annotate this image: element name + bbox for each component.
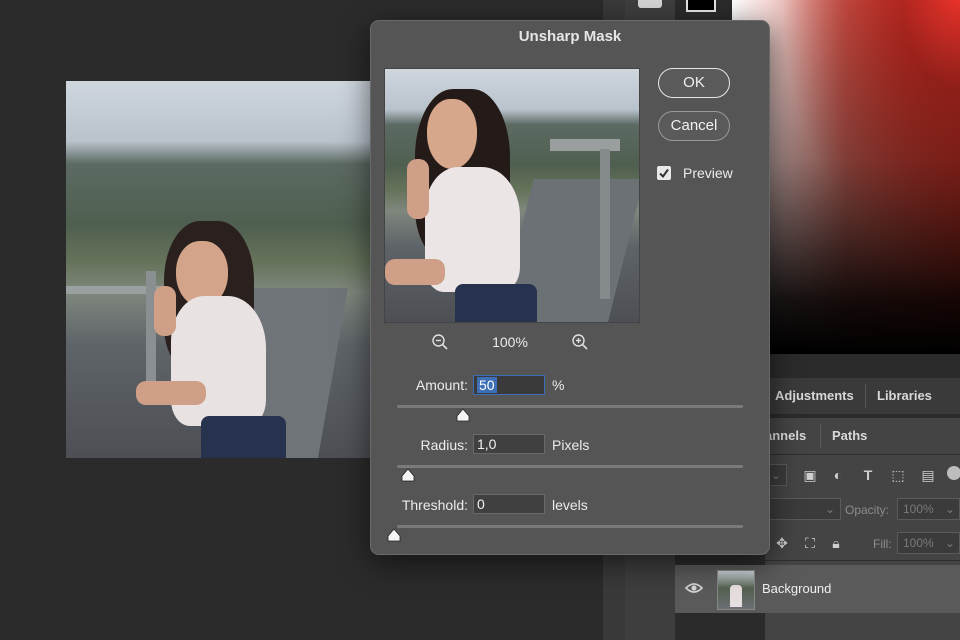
comment-icon[interactable] <box>638 0 662 8</box>
canvas-image[interactable] <box>66 81 372 458</box>
radius-unit: Pixels <box>552 437 590 453</box>
layer-row[interactable]: Background <box>675 565 960 613</box>
threshold-unit: levels <box>552 497 588 513</box>
radius-value: 1,0 <box>477 436 497 452</box>
filter-toggle[interactable] <box>947 466 960 480</box>
blend-mode-select[interactable]: ⌄ <box>765 498 841 520</box>
radius-input[interactable]: 1,0 <box>473 434 545 454</box>
fill-label: Fill: <box>873 537 892 551</box>
photo-hand <box>154 286 176 336</box>
photo-jeans <box>201 416 286 458</box>
preview-checkbox[interactable] <box>657 166 671 180</box>
threshold-input[interactable]: 0 <box>473 494 545 514</box>
type-filter-icon[interactable]: T <box>859 466 877 484</box>
preview-railing-post <box>600 149 610 299</box>
tab-libraries[interactable]: Libraries <box>877 388 932 403</box>
opacity-field[interactable]: 100% ⌄ <box>897 498 960 520</box>
smart-object-filter-icon[interactable]: ▤ <box>919 466 937 484</box>
photo-shirt <box>171 296 266 426</box>
zoom-in-icon[interactable] <box>571 333 589 351</box>
preview-arm <box>385 259 445 285</box>
opacity-label: Opacity: <box>845 503 890 517</box>
amount-value: 50 <box>477 377 497 393</box>
opacity-value: 100% <box>903 502 934 516</box>
preview-jeans <box>455 284 537 322</box>
shape-filter-icon[interactable]: ⬚ <box>889 466 907 484</box>
foreground-color-swatch[interactable] <box>686 0 716 12</box>
zoom-out-icon[interactable] <box>431 333 449 351</box>
dialog-title: Unsharp Mask <box>518 28 622 45</box>
threshold-slider-track[interactable] <box>397 525 743 528</box>
lock-all-icon[interactable]: 🔒︎ <box>827 534 845 552</box>
lock-position-icon[interactable]: ✥ <box>773 534 791 552</box>
visibility-eye-icon[interactable] <box>684 579 704 597</box>
ok-button[interactable]: OK <box>658 68 730 98</box>
fill-value: 100% <box>903 536 934 550</box>
radius-slider-track[interactable] <box>397 465 743 468</box>
fill-field[interactable]: 100% ⌄ <box>897 532 960 554</box>
panel-tabs-top: Adjustments Libraries <box>765 378 960 414</box>
radius-label: Radius: <box>420 437 468 453</box>
preview-label[interactable]: Preview <box>683 165 733 181</box>
fill-chevron-icon: ⌄ <box>944 536 955 550</box>
layer-thumbnail <box>717 570 755 610</box>
checkmark-icon <box>659 168 669 179</box>
unsharp-mask-dialog: Unsharp Mask 100% OK Cancel Preview Amou… <box>370 20 770 555</box>
photo-arm <box>136 381 206 405</box>
amount-input[interactable]: 50 <box>473 375 545 395</box>
preview-face <box>427 99 477 169</box>
layers-tab-separator <box>765 454 960 455</box>
cancel-button[interactable]: Cancel <box>658 111 730 141</box>
tab-paths[interactable]: Paths <box>832 428 867 443</box>
tab-divider <box>865 384 866 408</box>
opacity-chevron-icon: ⌄ <box>944 502 955 516</box>
threshold-value: 0 <box>477 496 485 512</box>
lock-artboard-icon[interactable]: ⛶ <box>801 534 819 552</box>
zoom-level: 100% <box>492 334 528 350</box>
adjustment-filter-icon[interactable]: ◐ <box>829 466 847 484</box>
layers-list-separator <box>765 560 960 561</box>
layer-name[interactable]: Background <box>762 581 831 596</box>
amount-label: Amount: <box>415 377 468 393</box>
preview-hand <box>407 159 429 219</box>
preview-image[interactable] <box>384 68 640 323</box>
threshold-label: Threshold: <box>401 497 468 513</box>
amount-unit: % <box>552 377 565 393</box>
layer-thumbnail-figure <box>730 585 742 607</box>
tab-adjustments[interactable]: Adjustments <box>775 388 854 403</box>
tab-divider-2 <box>820 424 821 448</box>
image-filter-icon[interactable]: ▣ <box>801 466 819 484</box>
tab-channels[interactable]: annels <box>765 428 806 443</box>
amount-slider-track[interactable] <box>397 405 743 408</box>
